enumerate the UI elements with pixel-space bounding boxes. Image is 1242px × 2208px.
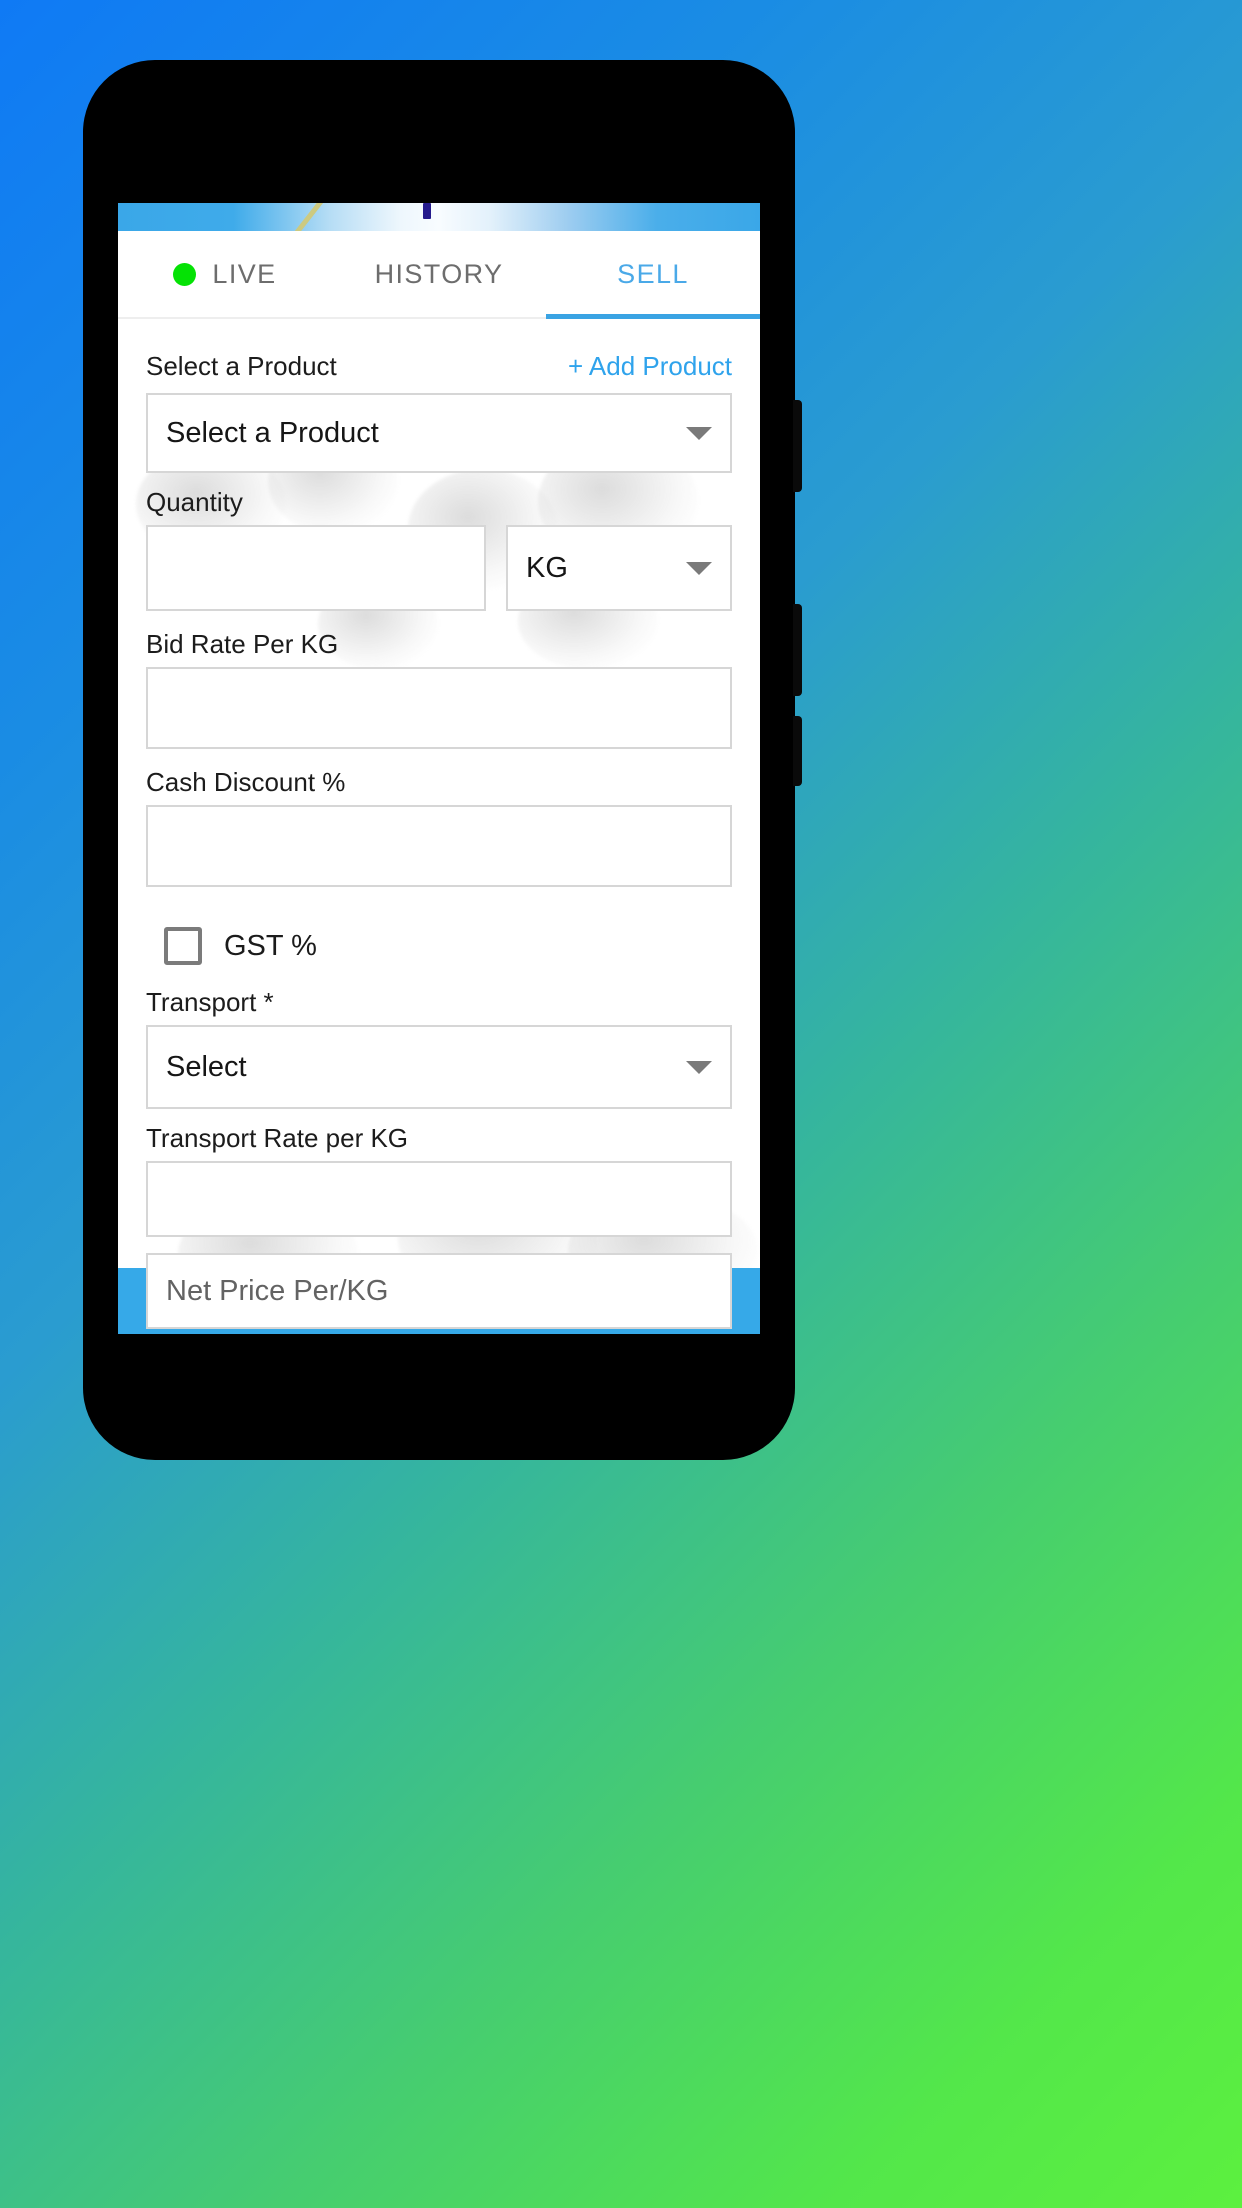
quantity-unit-dropdown[interactable]: KG — [506, 525, 732, 611]
tab-live-label: LIVE — [212, 258, 277, 289]
tab-sell-label: SELL — [617, 258, 689, 289]
status-bar — [118, 203, 760, 231]
quantity-unit-value: KG — [526, 551, 568, 584]
quantity-label: Quantity — [146, 487, 243, 517]
checkbox-unchecked-icon[interactable] — [164, 927, 202, 965]
phone-side-button-2 — [793, 604, 802, 696]
add-product-link[interactable]: + Add Product — [568, 353, 732, 379]
live-dot-icon — [173, 262, 197, 286]
chevron-down-icon — [686, 1060, 712, 1074]
net-price-input[interactable]: Net Price Per/KG — [146, 1253, 732, 1329]
phone-side-button-1 — [793, 400, 802, 492]
sell-form: Select a Product + Add Product Select a … — [118, 319, 760, 1334]
transport-label: Transport * — [146, 987, 274, 1017]
select-product-header: Select a Product + Add Product — [146, 353, 732, 379]
tab-live[interactable]: LIVE — [118, 231, 332, 317]
gst-row[interactable]: GST % — [146, 927, 732, 965]
tab-history[interactable]: HISTORY — [332, 231, 546, 317]
tab-bar: LIVE HISTORY SELL — [118, 231, 760, 319]
chevron-down-icon — [686, 561, 712, 575]
tab-sell[interactable]: SELL — [546, 231, 760, 319]
cash-discount-label: Cash Discount % — [146, 767, 346, 797]
select-product-value: Select a Product — [166, 416, 379, 449]
bid-rate-input[interactable] — [146, 667, 732, 749]
status-bar-marker — [423, 203, 431, 219]
transport-dropdown[interactable]: Select — [146, 1025, 732, 1109]
status-bar-streak — [291, 203, 330, 231]
quantity-input[interactable] — [146, 525, 486, 611]
chevron-down-icon — [686, 426, 712, 440]
cash-discount-input[interactable] — [146, 805, 732, 887]
phone-side-button-3 — [793, 716, 802, 786]
transport-value: Select — [166, 1050, 247, 1083]
net-price-placeholder: Net Price Per/KG — [166, 1274, 389, 1307]
select-product-dropdown[interactable]: Select a Product — [146, 393, 732, 473]
tab-history-label: HISTORY — [374, 258, 504, 289]
select-product-label: Select a Product — [146, 351, 337, 381]
transport-rate-input[interactable] — [146, 1161, 732, 1237]
quantity-row: KG — [146, 525, 732, 611]
gst-label: GST % — [224, 929, 317, 962]
bid-rate-label: Bid Rate Per KG — [146, 629, 339, 659]
transport-rate-label: Transport Rate per KG — [146, 1123, 409, 1153]
phone-screen: LIVE HISTORY SELL Select a Product + Add… — [118, 203, 760, 1334]
